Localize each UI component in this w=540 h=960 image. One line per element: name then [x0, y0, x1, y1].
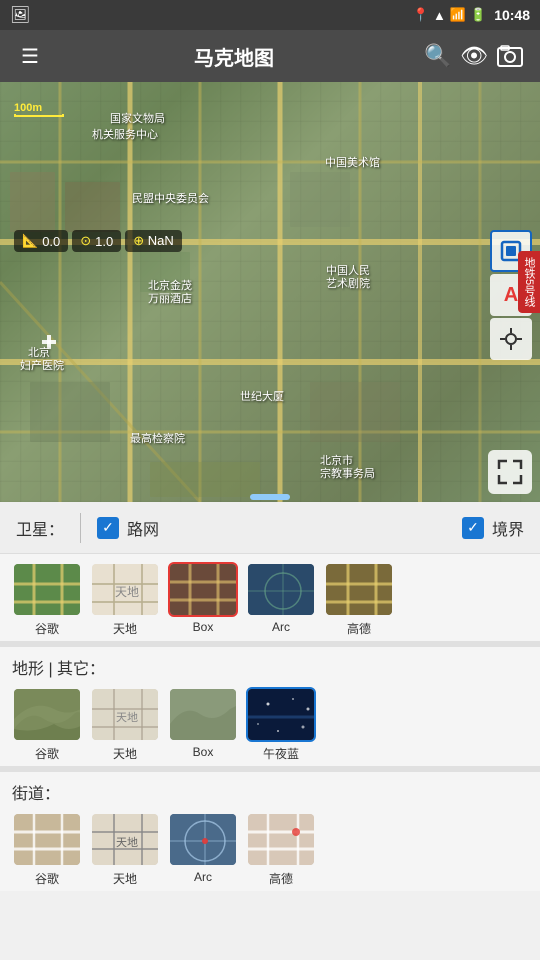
terrain-section-title: 地形 | 其它：: [12, 655, 528, 679]
street-tile-tiandi-label: 天地: [113, 870, 137, 887]
expand-button[interactable]: [488, 450, 532, 494]
street-tile-gaode-thumb[interactable]: [246, 812, 316, 867]
satellite-tile-box-thumb[interactable]: [168, 562, 238, 617]
status-bar: 🖼 📍 ▲ 📶 🔋 10:48: [0, 0, 540, 30]
satellite-tile-google-thumb[interactable]: [12, 562, 82, 617]
info-bar: 📐 0.0 ⊙ 1.0 ⊕ NaN: [14, 230, 182, 252]
terrain-section: 地形 | 其它： 谷歌: [0, 647, 540, 766]
svg-text:天地: 天地: [115, 585, 139, 599]
road-checkbox-box[interactable]: ✓: [97, 517, 119, 539]
terrain-tile-box-label: Box: [193, 745, 214, 759]
satellite-tile-gaode-thumb[interactable]: [324, 562, 394, 617]
satellite-tile-arc-label: Arc: [272, 620, 290, 634]
search-button[interactable]: 🔍: [420, 38, 456, 74]
svg-text:天地: 天地: [116, 711, 138, 724]
street-section: 街道： 谷歌: [0, 772, 540, 891]
terrain-tile-nightblue-thumb[interactable]: [246, 687, 316, 742]
scroll-indicator: [250, 494, 290, 500]
satellite-label: 卫星：: [16, 516, 64, 540]
menu-button[interactable]: ☰: [12, 38, 48, 74]
terrain-tile-box-thumb[interactable]: [168, 687, 238, 742]
map-scale: 100m: [14, 102, 64, 117]
eye-button[interactable]: 👁: [456, 38, 492, 74]
svg-text:天地: 天地: [116, 836, 138, 849]
screenshot-button[interactable]: [492, 38, 528, 74]
boundary-label: 境界: [492, 516, 524, 540]
satellite-tile-google[interactable]: 谷歌: [12, 562, 82, 637]
street-tile-gaode-label: 高德: [269, 870, 293, 887]
street-tile-tiandi-thumb[interactable]: 天地: [90, 812, 160, 867]
controls-bar: 卫星： ✓ 路网 ✓ 境界: [0, 502, 540, 554]
divider: [80, 513, 81, 543]
satellite-tile-tiandi-thumb[interactable]: 天地: [90, 562, 160, 617]
satellite-tile-arc[interactable]: Arc: [246, 562, 316, 637]
boundary-checkbox-box[interactable]: ✓: [462, 517, 484, 539]
terrain-tile-tiandi[interactable]: 天地 天地: [90, 687, 160, 762]
satellite-section: 谷歌 天地 天地: [0, 554, 540, 641]
battery-icon: 🔋: [470, 7, 486, 23]
street-tile-tiandi[interactable]: 天地 天地: [90, 812, 160, 887]
street-tile-gaode[interactable]: 高德: [246, 812, 316, 887]
satellite-tile-gaode-label: 高德: [347, 620, 371, 637]
location-icon: 📍: [413, 7, 429, 23]
time-display: 10:48: [494, 7, 530, 23]
terrain-tile-tiandi-thumb[interactable]: 天地: [90, 687, 160, 742]
street-tiles-row: 谷歌 天地 天地: [12, 812, 528, 887]
coord-3-display: ⊕ NaN: [125, 230, 182, 252]
road-checkbox[interactable]: ✓ 路网: [97, 516, 159, 540]
terrain-tile-google-thumb[interactable]: [12, 687, 82, 742]
satellite-tile-tiandi[interactable]: 天地 天地: [90, 562, 160, 637]
terrain-tile-nightblue-label: 午夜蓝: [263, 745, 299, 762]
street-section-title: 街道：: [12, 780, 528, 804]
app-icon: 🖼: [10, 5, 30, 25]
status-icons: 📍 ▲ 📶 🔋 10:48: [413, 7, 530, 23]
terrain-tile-box[interactable]: Box: [168, 687, 238, 762]
signal-icon: 📶: [450, 7, 466, 23]
satellite-tile-arc-thumb[interactable]: [246, 562, 316, 617]
header: ☰ 马克地图 🔍 👁: [0, 30, 540, 82]
coord-1-display: 📐 0.0: [14, 230, 68, 252]
map-container[interactable]: 100m 📐 0.0 ⊙ 1.0 ⊕ NaN 国家文物局 机关服务中心 民盟中央…: [0, 82, 540, 502]
coord-2-display: ⊙ 1.0: [72, 230, 121, 252]
satellite-tile-google-label: 谷歌: [35, 620, 59, 637]
satellite-tile-box[interactable]: Box: [168, 562, 238, 637]
satellite-tiles-row: 谷歌 天地 天地: [12, 562, 528, 637]
terrain-tile-google[interactable]: 谷歌: [12, 687, 82, 762]
terrain-tile-tiandi-label: 天地: [113, 745, 137, 762]
satellite-tile-tiandi-label: 天地: [113, 620, 137, 637]
street-tile-google-thumb[interactable]: [12, 812, 82, 867]
street-tile-google-label: 谷歌: [35, 870, 59, 887]
terrain-tile-nightblue[interactable]: 午夜蓝: [246, 687, 316, 762]
street-tile-google[interactable]: 谷歌: [12, 812, 82, 887]
page-title: 马克地图: [48, 42, 420, 71]
metro-label: 地铁5号线: [518, 251, 540, 313]
street-tile-arc[interactable]: Arc: [168, 812, 238, 887]
terrain-tiles-row: 谷歌 天地 天地: [12, 687, 528, 762]
street-tile-arc-label: Arc: [194, 870, 212, 884]
wifi-icon: ▲: [433, 8, 446, 23]
road-label: 路网: [127, 516, 159, 540]
boundary-checkbox[interactable]: ✓ 境界: [462, 516, 524, 540]
crosshair-button[interactable]: [490, 318, 532, 360]
terrain-tile-google-label: 谷歌: [35, 745, 59, 762]
satellite-tile-gaode[interactable]: 高德: [324, 562, 394, 637]
satellite-tile-box-label: Box: [193, 620, 214, 634]
street-tile-arc-thumb[interactable]: [168, 812, 238, 867]
